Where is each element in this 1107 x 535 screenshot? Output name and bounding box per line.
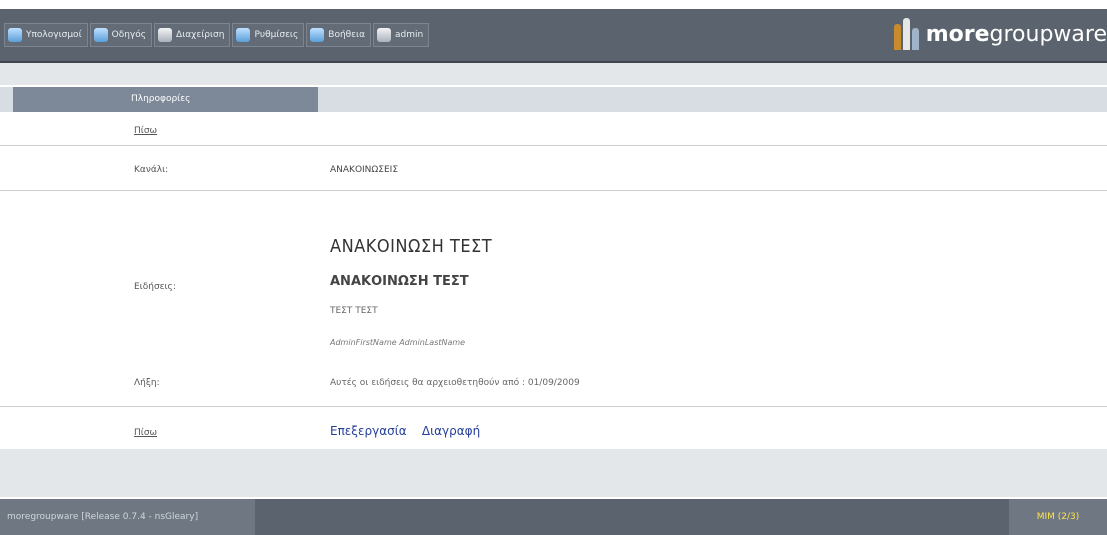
menu-item-label: Υπολογισμοί (26, 30, 82, 40)
menu-item-calculations[interactable]: Υπολογισμοί (4, 23, 88, 47)
footer-bar: moregroupware [Release 0.7.4 - nsGleary]… (0, 499, 1107, 535)
menu-item-administration[interactable]: Διαχείριση (154, 23, 231, 47)
logo-text-more: more (925, 21, 990, 47)
channel-label: Κανάλι: (134, 165, 169, 175)
logo-text-groupware: groupware (989, 21, 1107, 47)
expiry-text: Αυτές οι ειδήσεις θα αρχειοθετηθούν από … (330, 378, 580, 388)
menu-item-label: Ρυθμίσεις (254, 30, 299, 40)
tab-row: Πληροφορίες (0, 87, 1107, 112)
news-body: ΤΕΣΤ ΤΕΣΤ (330, 306, 378, 316)
computer-icon (8, 28, 22, 42)
menu-item-label: Βοήθεια (328, 30, 365, 40)
user-icon (377, 28, 391, 42)
expiry-label: Λήξη: (134, 378, 160, 388)
menu-item-help[interactable]: Βοήθεια (306, 23, 371, 47)
release-info: moregroupware [Release 0.7.4 - nsGleary] (0, 499, 255, 535)
news-subtitle: ΑΝΑΚΟΙΝΩΣΗ ΤΕΣΤ (330, 274, 469, 289)
people-logo-icon (892, 18, 922, 50)
back-link-bottom[interactable]: Πίσω (134, 428, 157, 438)
menu-item-label: admin (395, 30, 424, 40)
menu-item-admin[interactable]: admin (373, 23, 430, 47)
page-indicator: MIM (2/3) (1009, 499, 1107, 535)
main-menu: Υπολογισμοί Οδηγός Διαχείριση Ρυθμίσεις … (4, 23, 430, 47)
edit-link[interactable]: Επεξεργασία (330, 424, 407, 438)
divider (0, 190, 1107, 191)
content-bottom-band (0, 449, 1107, 497)
arrow-right-icon (93, 28, 108, 42)
settings-icon (236, 28, 251, 42)
news-label: Ειδήσεις: (134, 282, 176, 292)
top-navigation-bar: Υπολογισμοί Οδηγός Διαχείριση Ρυθμίσεις … (0, 9, 1107, 63)
menu-item-label: Διαχείριση (176, 30, 225, 40)
back-link-top[interactable]: Πίσω (134, 126, 157, 136)
divider (0, 406, 1107, 407)
divider (0, 145, 1107, 146)
channel-value: ΑΝΑΚΟΙΝΩΣΕΙΣ (330, 165, 399, 175)
menu-item-guide[interactable]: Οδηγός (89, 23, 153, 47)
news-title: ΑΝΑΚΟΙΝΩΣΗ ΤΕΣΤ (330, 236, 493, 257)
tools-icon (158, 28, 173, 42)
news-author: AdminFirstName AdminLastName (330, 338, 466, 347)
toolbar-strip (0, 63, 1107, 85)
menu-item-label: Οδηγός (111, 30, 147, 40)
delete-link[interactable]: Διαγραφή (422, 424, 480, 438)
help-icon (310, 28, 325, 42)
menu-item-settings[interactable]: Ρυθμίσεις (232, 23, 305, 47)
action-links: Επεξεργασία Διαγραφή (330, 424, 492, 438)
tab-information[interactable]: Πληροφορίες (13, 87, 318, 112)
moregroupware-logo: more groupware (892, 17, 1107, 51)
